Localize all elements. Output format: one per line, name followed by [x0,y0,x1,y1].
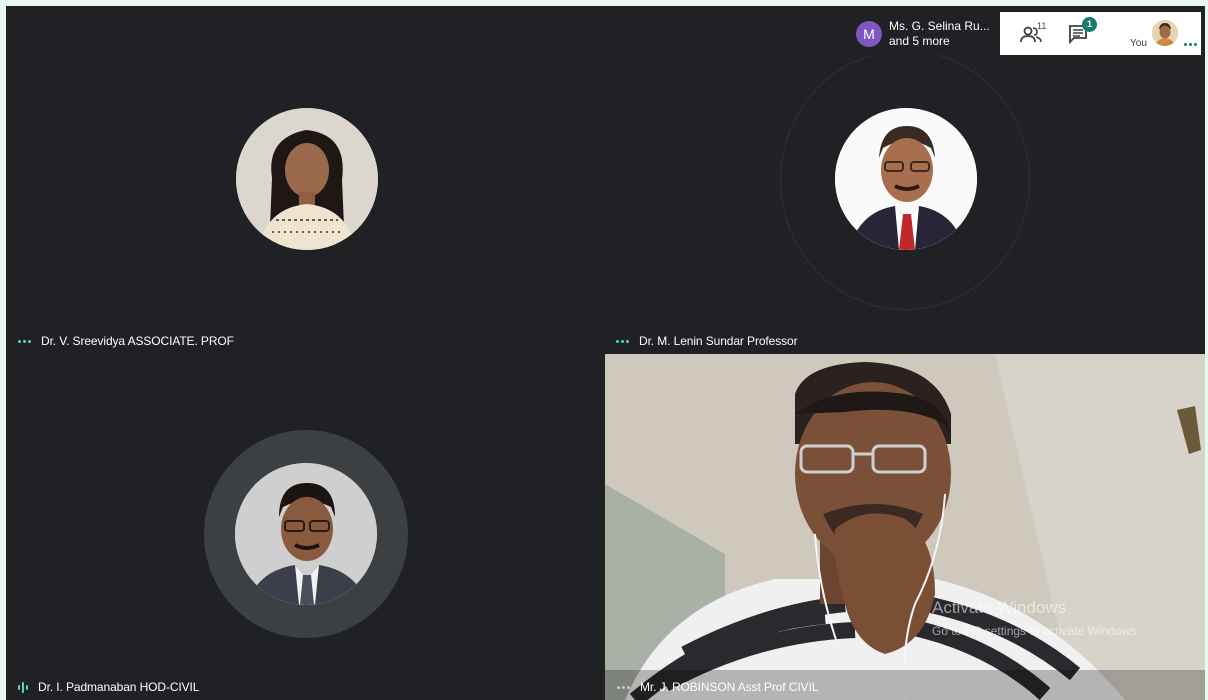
participant-name: Mr. J. ROBINSON Asst Prof CIVIL [640,680,819,694]
presenter-chip[interactable]: M Ms. G. Selina Ru... and 5 more [848,12,1000,55]
participant-tile-padmanaban[interactable]: Dr. I. Padmanaban HOD-CIVIL [6,354,604,700]
participant-count: 11 [1037,20,1047,31]
participant-name: Dr. V. Sreevidya ASSOCIATE. PROF [41,334,234,348]
participant-name-label: Mr. J. ROBINSON Asst Prof CIVIL [617,680,818,694]
participant-name-label: Dr. V. Sreevidya ASSOCIATE. PROF [18,334,234,348]
presenter-name: Ms. G. Selina Ru... [889,18,990,33]
participant-name-label: Dr. I. Padmanaban HOD-CIVIL [18,680,199,694]
more-dots-icon[interactable] [616,339,629,343]
presenter-text: Ms. G. Selina Ru... and 5 more [889,19,990,49]
watermark-title: Activate Windows [932,598,1067,617]
participants-button[interactable]: 11 [1020,21,1046,43]
top-bar: M Ms. G. Selina Ru... and 5 more 11 1 Yo… [848,12,1201,55]
more-options-icon[interactable] [1184,43,1197,46]
meeting-stage: Dr. V. Sreevidya ASSOCIATE. PROF Dr. M. … [6,6,1205,700]
self-avatar[interactable] [1152,20,1178,46]
participant-avatar [835,108,977,250]
chat-badge: 1 [1082,16,1097,32]
chat-button[interactable]: 1 [1068,16,1097,44]
audio-level-icon [18,681,28,693]
presenter-avatar: M [856,20,882,47]
participant-name: Dr. M. Lenin Sundar Professor [639,334,798,348]
participant-name: Dr. I. Padmanaban HOD-CIVIL [38,680,200,694]
participant-avatar [235,463,377,605]
more-dots-icon[interactable] [617,685,630,689]
participant-avatar [236,108,378,250]
participant-tile-lenin-sundar[interactable]: Dr. M. Lenin Sundar Professor [604,6,1205,354]
participant-tile-robinson-video[interactable]: Activate Windows Go to PC settings to ac… [605,354,1205,700]
more-dots-icon[interactable] [18,339,31,343]
meeting-controls: 11 1 You [1000,12,1201,55]
watermark-subtitle: Go to PC settings to activate Windows. [932,624,1140,638]
self-label: You [1130,38,1147,49]
participant-name-label: Dr. M. Lenin Sundar Professor [616,334,798,348]
camera-video-feed [605,354,1205,700]
participant-tile-sreevidya[interactable]: Dr. V. Sreevidya ASSOCIATE. PROF [6,6,604,354]
presenter-more: and 5 more [889,33,950,48]
